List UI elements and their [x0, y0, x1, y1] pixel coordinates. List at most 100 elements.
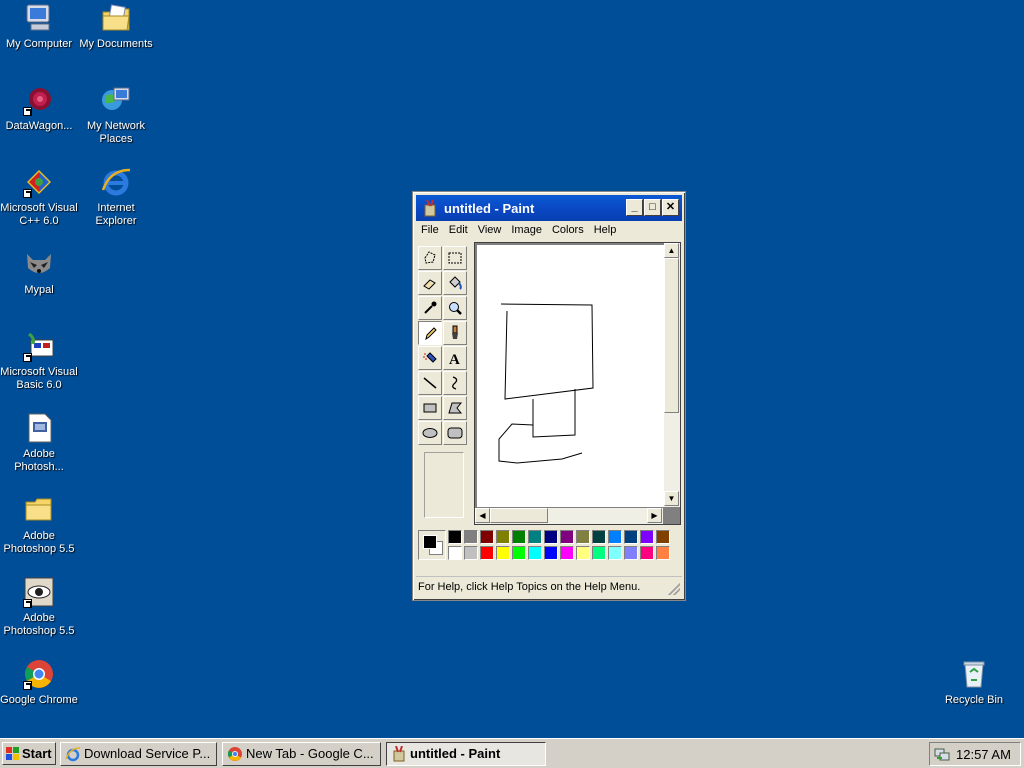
tool-polygon[interactable]: [443, 396, 467, 420]
tool-pencil[interactable]: [418, 321, 442, 345]
horizontal-scroll-thumb[interactable]: [490, 508, 548, 523]
tool-select[interactable]: [443, 246, 467, 270]
tool-rounded-rectangle[interactable]: [443, 421, 467, 445]
tool-magnifier[interactable]: [443, 296, 467, 320]
palette-swatch[interactable]: [624, 546, 638, 560]
tool-text[interactable]: A: [443, 346, 467, 370]
title-bar[interactable]: untitled - Paint _ □ ✕: [416, 195, 682, 221]
tool-brush[interactable]: [443, 321, 467, 345]
rectangle-icon: [423, 403, 437, 413]
palette-swatch[interactable]: [656, 530, 670, 544]
desktop-icon-adobe-photoshop-folder[interactable]: Adobe Photoshop 5.5: [0, 494, 78, 556]
palette-swatch[interactable]: [544, 530, 558, 544]
palette-swatch[interactable]: [608, 546, 622, 560]
tool-fill-with-color[interactable]: [443, 271, 467, 295]
network-tray-icon[interactable]: [934, 746, 950, 762]
menu-bar: File Edit View Image Colors Help: [416, 222, 682, 240]
tool-free-form-select[interactable]: [418, 246, 442, 270]
palette-swatch[interactable]: [480, 546, 494, 560]
photoshop-eye-icon: [23, 576, 55, 608]
desktop-icon-visual-basic[interactable]: Microsoft Visual Basic 6.0: [0, 330, 78, 392]
palette-swatch[interactable]: [464, 530, 478, 544]
scroll-down-button[interactable]: ▼: [664, 491, 679, 506]
palette-swatch[interactable]: [512, 530, 526, 544]
vertical-scroll-thumb[interactable]: [664, 258, 679, 413]
palette-swatch[interactable]: [448, 546, 462, 560]
desktop-icon-my-network-places[interactable]: My Network Places: [77, 84, 155, 146]
desktop-icon-recycle-bin[interactable]: Recycle Bin: [935, 658, 1013, 707]
palette-swatch[interactable]: [656, 546, 670, 560]
internet-explorer-icon: [100, 166, 132, 198]
paint-window: untitled - Paint _ □ ✕ File Edit View Image…: [412, 191, 686, 601]
menu-colors[interactable]: Colors: [547, 222, 589, 236]
desktop-icon-internet-explorer[interactable]: Internet Explorer: [77, 166, 155, 228]
svg-text:A: A: [449, 352, 460, 366]
menu-file[interactable]: File: [416, 222, 444, 236]
palette-swatch[interactable]: [544, 546, 558, 560]
scroll-up-button[interactable]: ▲: [664, 243, 679, 258]
horizontal-scrollbar[interactable]: ◀ ▶: [475, 508, 663, 524]
datawagon-icon: [23, 84, 55, 116]
tool-options-box[interactable]: [424, 452, 464, 518]
palette-swatch[interactable]: [576, 530, 590, 544]
tool-airbrush[interactable]: [418, 346, 442, 370]
desktop-icon-adobe-photoshop-file[interactable]: Adobe Photosh...: [0, 412, 78, 474]
scroll-right-button[interactable]: ▶: [647, 508, 662, 523]
taskbar-button-paint[interactable]: untitled - Paint: [386, 742, 546, 766]
maximize-icon: □: [649, 201, 656, 213]
desktop-icon-adobe-photoshop-shortcut[interactable]: Adobe Photoshop 5.5: [0, 576, 78, 638]
menu-edit[interactable]: Edit: [444, 222, 473, 236]
palette-swatch[interactable]: [528, 530, 542, 544]
tool-rectangle[interactable]: [418, 396, 442, 420]
palette-swatch[interactable]: [448, 530, 462, 544]
palette-swatch[interactable]: [640, 530, 654, 544]
tool-ellipse[interactable]: [418, 421, 442, 445]
palette-swatch[interactable]: [496, 530, 510, 544]
left-arrow-icon: ◀: [479, 511, 486, 520]
scroll-left-button[interactable]: ◀: [475, 508, 490, 523]
desktop-icon-mypal[interactable]: Mypal: [0, 248, 78, 297]
resize-grip[interactable]: [668, 583, 680, 595]
palette-swatch[interactable]: [480, 530, 494, 544]
desktop-icon-my-computer[interactable]: My Computer: [0, 2, 78, 51]
desktop-icon-visual-cpp[interactable]: Microsoft Visual C++ 6.0: [0, 166, 78, 228]
tool-pick-color[interactable]: [418, 296, 442, 320]
taskbar-button-download-service[interactable]: Download Service P...: [60, 742, 217, 766]
system-tray: 12:57 AM: [929, 742, 1021, 766]
close-button[interactable]: ✕: [662, 199, 679, 216]
tool-curve[interactable]: [443, 371, 467, 395]
palette-swatch[interactable]: [576, 546, 590, 560]
palette-swatch[interactable]: [592, 546, 606, 560]
palette-swatch[interactable]: [624, 530, 638, 544]
tool-eraser[interactable]: [418, 271, 442, 295]
desktop-icon-google-chrome[interactable]: Google Chrome: [0, 658, 78, 707]
palette-swatch[interactable]: [592, 530, 606, 544]
chrome-icon: [227, 746, 243, 762]
palette-swatch[interactable]: [560, 530, 574, 544]
visual-basic-icon: [23, 330, 55, 362]
menu-help[interactable]: Help: [589, 222, 622, 236]
palette-swatch[interactable]: [496, 546, 510, 560]
palette-swatch[interactable]: [512, 546, 526, 560]
desktop-icon-my-documents[interactable]: My Documents: [77, 2, 155, 51]
menu-image[interactable]: Image: [506, 222, 547, 236]
start-button[interactable]: Start: [2, 742, 56, 765]
vertical-scrollbar[interactable]: ▲ ▼: [664, 243, 680, 507]
network-places-icon: [100, 84, 132, 116]
maximize-button[interactable]: □: [644, 199, 661, 216]
drawing-canvas[interactable]: [477, 245, 665, 507]
desktop-icon-datawagon[interactable]: DataWagon...: [0, 84, 78, 133]
taskbar-button-chrome-new-tab[interactable]: New Tab - Google C...: [222, 742, 381, 766]
palette-swatch[interactable]: [560, 546, 574, 560]
clock[interactable]: 12:57 AM: [956, 747, 1011, 762]
tool-line[interactable]: [418, 371, 442, 395]
current-colors[interactable]: [418, 530, 446, 560]
minimize-button[interactable]: _: [626, 199, 643, 216]
palette-swatch[interactable]: [608, 530, 622, 544]
palette-swatch[interactable]: [528, 546, 542, 560]
palette-swatch[interactable]: [464, 546, 478, 560]
eraser-icon: [423, 279, 436, 290]
palette-swatch[interactable]: [640, 546, 654, 560]
menu-view[interactable]: View: [473, 222, 507, 236]
visual-cpp-icon: [23, 166, 55, 198]
